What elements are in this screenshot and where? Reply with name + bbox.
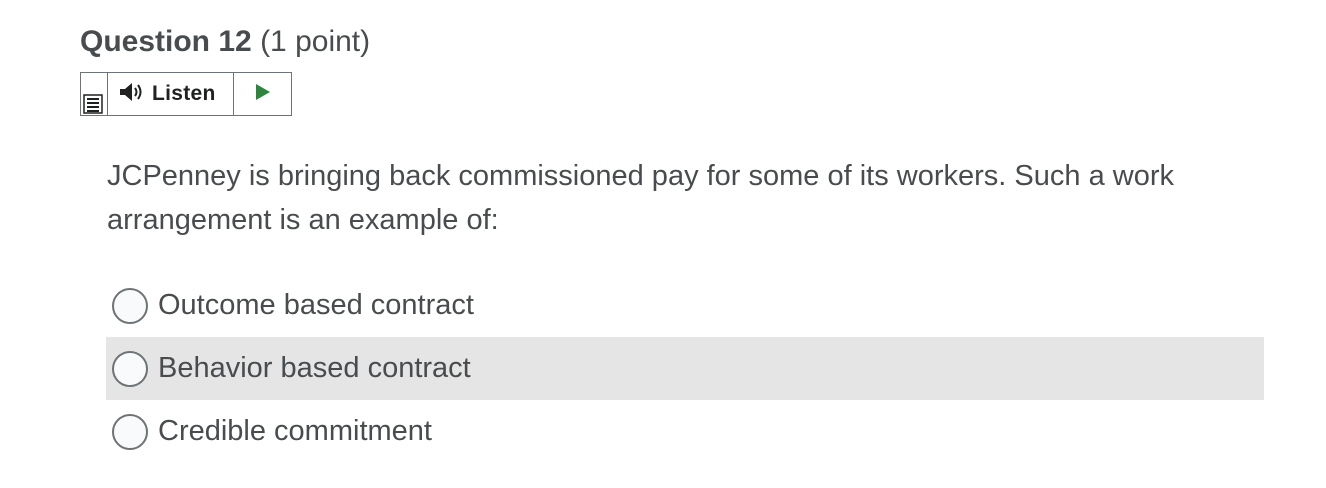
radio-button[interactable]: [112, 350, 148, 387]
answer-options: Outcome based contract Behavior based co…: [106, 274, 1264, 463]
question-header: Question 12 (1 point): [80, 22, 370, 62]
question-text: JCPenney is bringing back commissioned p…: [107, 160, 1174, 236]
listen-widget: Listen: [80, 72, 292, 116]
option-behavior-based-contract[interactable]: Behavior based contract: [106, 337, 1264, 400]
radio-button[interactable]: [112, 287, 148, 324]
play-icon: [254, 82, 272, 107]
speaker-icon: [118, 81, 146, 108]
question-points: (1 point): [260, 25, 371, 58]
option-outcome-based-contract[interactable]: Outcome based contract: [106, 274, 1264, 337]
listen-button[interactable]: Listen: [107, 73, 233, 115]
option-label: Credible commitment: [158, 415, 432, 447]
listen-label: Listen: [152, 82, 216, 105]
radio-button[interactable]: [112, 413, 148, 450]
option-label: Behavior based contract: [158, 352, 471, 384]
option-label: Outcome based contract: [158, 289, 474, 321]
menu-icon[interactable]: [81, 93, 105, 115]
play-button[interactable]: [233, 73, 292, 115]
option-credible-commitment[interactable]: Credible commitment: [106, 400, 1264, 463]
question-title: Question 12: [80, 25, 252, 58]
